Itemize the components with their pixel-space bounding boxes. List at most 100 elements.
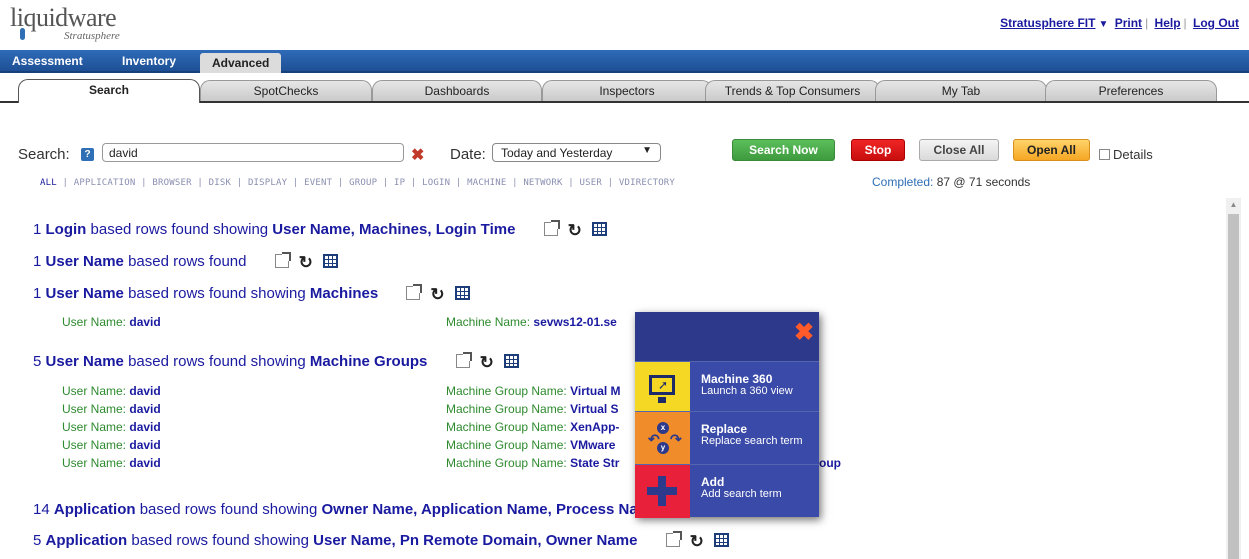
result-actions: ↻ — [455, 352, 519, 372]
replace-icon: x y ↶ ↷ — [635, 412, 690, 465]
filter-login[interactable]: LOGIN — [422, 178, 450, 188]
completed-label: Completed: — [872, 175, 934, 189]
filter-ip[interactable]: IP — [394, 178, 405, 188]
table-icon[interactable] — [454, 286, 470, 300]
stop-button[interactable]: Stop — [851, 139, 905, 161]
open-external-icon[interactable] — [543, 220, 560, 236]
table-row: Machine Group Name: VMware — [446, 438, 616, 452]
logo-subtext: Stratusphere — [64, 30, 120, 42]
filter-user[interactable]: USER — [580, 178, 602, 188]
help-icon[interactable]: ? — [81, 148, 94, 161]
sub-tabs: Search SpotChecks Dashboards Inspectors … — [0, 75, 1249, 103]
table-row: User Name: david — [62, 402, 161, 416]
popup-item-replace[interactable]: x y ↶ ↷ Replace Replace search term — [635, 411, 819, 465]
completed-value: 87 @ 71 seconds — [936, 175, 1031, 189]
table-row-tail: oup — [819, 456, 841, 470]
details-label: Details — [1113, 147, 1153, 162]
popup-item-machine-360[interactable]: ➚ Machine 360 Launch a 360 view — [635, 361, 819, 415]
nav-advanced[interactable]: Advanced — [200, 53, 282, 73]
refresh-icon[interactable]: ↻ — [568, 222, 582, 239]
liquidware-logo[interactable]: liquidware Stratusphere — [10, 3, 120, 43]
filter-all[interactable]: ALL — [40, 178, 57, 188]
tab-my-tab[interactable]: My Tab — [875, 80, 1047, 102]
filter-machine[interactable]: MACHINE — [467, 178, 506, 188]
logo-text: liquidware — [10, 3, 117, 32]
clear-search-icon[interactable]: ✖ — [411, 145, 424, 165]
table-row: User Name: david — [62, 384, 161, 398]
context-popup: ✖ ➚ Machine 360 Launch a 360 view x y ↶ … — [635, 312, 819, 518]
logo-drop-icon — [20, 28, 25, 40]
plus-icon — [635, 465, 690, 518]
close-icon[interactable]: ✖ — [793, 321, 815, 345]
checkbox-icon[interactable] — [1099, 149, 1110, 160]
tab-dashboards[interactable]: Dashboards — [372, 80, 542, 102]
table-row: User Name: david — [62, 456, 161, 470]
scrollbar[interactable]: ▲ — [1226, 198, 1241, 559]
result-actions: ↻ — [543, 220, 607, 240]
print-link[interactable]: Print — [1115, 16, 1142, 30]
refresh-icon[interactable]: ↻ — [299, 254, 313, 271]
table-row: User Name: david — [62, 438, 161, 452]
product-link[interactable]: Stratusphere FIT — [1000, 16, 1095, 30]
result-heading[interactable]: 1 User Name based rows found showing Mac… — [33, 284, 470, 304]
scroll-thumb[interactable] — [1228, 214, 1239, 559]
main-nav: Assessment Inventory Advanced — [0, 50, 1249, 73]
result-row-user: User Name: david — [62, 315, 161, 329]
open-all-button[interactable]: Open All — [1013, 139, 1090, 161]
date-select[interactable]: Today and Yesterday ▼ — [492, 143, 661, 162]
close-all-button[interactable]: Close All — [919, 139, 999, 161]
filter-disk[interactable]: DISK — [209, 178, 231, 188]
result-actions: ↻ — [274, 252, 338, 272]
result-heading[interactable]: 5 Application based rows found showing U… — [33, 531, 729, 551]
open-external-icon[interactable] — [274, 252, 291, 268]
result-actions: ↻ — [665, 531, 729, 551]
result-heading[interactable]: 1 Login based rows found showing User Na… — [33, 220, 607, 240]
help-link[interactable]: Help — [1155, 16, 1181, 30]
table-icon[interactable] — [503, 354, 519, 368]
details-checkbox[interactable]: Details — [1099, 147, 1153, 162]
dropdown-arrow-icon[interactable]: ▼ — [1098, 19, 1108, 30]
table-icon[interactable] — [322, 254, 338, 268]
refresh-icon[interactable]: ↻ — [690, 533, 704, 550]
top-links: Stratusphere FIT ▼ Print | Help | Log Out — [1000, 16, 1239, 30]
table-icon[interactable] — [713, 533, 729, 547]
refresh-icon[interactable]: ↻ — [480, 354, 494, 371]
filter-event[interactable]: EVENT — [304, 178, 332, 188]
tab-spotchecks[interactable]: SpotChecks — [200, 80, 372, 102]
date-label: Date: — [450, 146, 486, 163]
scroll-up-icon[interactable]: ▲ — [1226, 200, 1241, 212]
filter-vdirectory[interactable]: VDIRECTORY — [619, 178, 675, 188]
filter-browser[interactable]: BROWSER — [152, 178, 191, 188]
filter-group[interactable]: GROUP — [349, 178, 377, 188]
header: liquidware Stratusphere Stratusphere FIT… — [0, 0, 1249, 50]
filter-application[interactable]: APPLICATION — [74, 178, 136, 188]
result-heading[interactable]: 14 Application based rows found showing … — [33, 501, 659, 518]
tab-search[interactable]: Search — [18, 79, 200, 103]
result-row-machine: Machine Name: sevws12-01.se — [446, 315, 617, 329]
tab-inspectors[interactable]: Inspectors — [542, 80, 712, 102]
table-row: Machine Group Name: XenApp- — [446, 420, 620, 434]
popup-item-add[interactable]: Add Add search term — [635, 464, 819, 518]
tab-trends[interactable]: Trends & Top Consumers — [705, 80, 880, 102]
filter-network[interactable]: NETWORK — [523, 178, 562, 188]
logout-link[interactable]: Log Out — [1193, 16, 1239, 30]
tab-preferences[interactable]: Preferences — [1045, 80, 1217, 102]
open-external-icon[interactable] — [455, 352, 472, 368]
nav-inventory[interactable]: Inventory — [122, 54, 176, 68]
chevron-down-icon: ▼ — [642, 145, 652, 156]
open-external-icon[interactable] — [406, 284, 423, 300]
nav-assessment[interactable]: Assessment — [12, 54, 83, 68]
result-heading[interactable]: 5 User Name based rows found showing Mac… — [33, 352, 519, 372]
result-actions: ↻ — [406, 284, 470, 304]
table-row: Machine Group Name: State Str — [446, 456, 620, 470]
table-icon[interactable] — [591, 222, 607, 236]
result-heading[interactable]: 1 User Name based rows found ↻ — [33, 252, 338, 272]
filter-display[interactable]: DISPLAY — [248, 178, 287, 188]
search-input[interactable] — [102, 143, 404, 162]
open-external-icon[interactable] — [665, 531, 682, 547]
machine-360-icon: ➚ — [635, 362, 690, 415]
search-now-button[interactable]: Search Now — [732, 139, 835, 161]
refresh-icon[interactable]: ↻ — [430, 286, 444, 303]
completed-status: Completed: 87 @ 71 seconds — [872, 175, 1030, 189]
search-label: Search: — [18, 146, 70, 163]
